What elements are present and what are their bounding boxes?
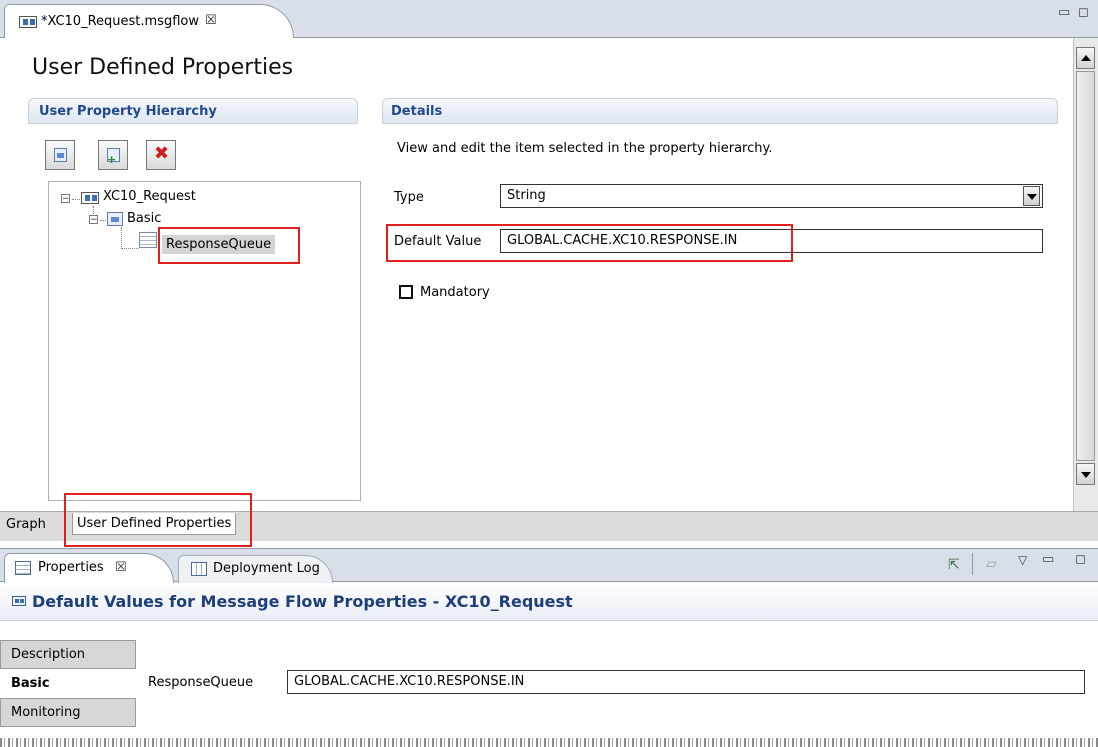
add-property-button[interactable] <box>98 140 128 170</box>
tab-graph[interactable]: Graph <box>6 517 46 532</box>
collapse-icon[interactable]: − <box>89 215 98 225</box>
responsequeue-label: ResponseQueue <box>148 675 254 690</box>
tree-item-root[interactable]: XC10_Request <box>103 189 196 204</box>
close-icon[interactable]: ☒ <box>115 560 127 575</box>
tab-properties[interactable]: Properties ☒ <box>4 553 174 583</box>
type-select-value: String <box>507 188 546 203</box>
property-icon <box>139 232 157 248</box>
tree-item-basic[interactable]: Basic <box>127 211 161 226</box>
minimize-icon[interactable]: ▭ <box>1042 552 1054 567</box>
side-tab-monitoring[interactable]: Monitoring <box>0 698 136 727</box>
editor-tab-bar: *XC10_Request.msgflow ☒ ▭ ◻ <box>0 0 1098 38</box>
tree-connector <box>72 199 80 200</box>
tab-deployment-log-label: Deployment Log <box>213 561 320 576</box>
highlight-box <box>158 227 300 264</box>
add-property-icon <box>107 148 120 165</box>
properties-title: Default Values for Message Flow Properti… <box>32 592 573 611</box>
tree-connector <box>93 206 94 214</box>
tree-connector <box>121 227 122 249</box>
collapse-icon[interactable]: − <box>61 194 70 204</box>
editor-tab-label: *XC10_Request.msgflow <box>41 14 199 29</box>
add-property-schema-button[interactable] <box>45 140 75 170</box>
pin-icon[interactable]: ⇱ <box>948 557 960 573</box>
type-label: Type <box>394 190 424 205</box>
mandatory-label: Mandatory <box>420 285 490 300</box>
message-flow-icon <box>19 16 37 28</box>
page-title: User Defined Properties <box>32 55 294 80</box>
tree-connector <box>100 220 106 221</box>
responsequeue-input[interactable]: GLOBAL.CACHE.XC10.RESPONSE.IN <box>287 670 1085 694</box>
details-section-title: Details <box>391 104 443 119</box>
properties-view-tab-bar: Properties ☒ Deployment Log ⇱ ▱ ▽ ▭ ◻ <box>0 548 1098 583</box>
minimize-icon[interactable]: ▭ <box>1058 5 1070 20</box>
editor-tab-msgflow[interactable]: *XC10_Request.msgflow ☒ <box>4 4 294 38</box>
toolbar-divider <box>972 553 973 575</box>
side-tab-basic[interactable]: Basic <box>0 669 136 698</box>
deployment-log-icon <box>191 562 207 576</box>
message-flow-icon <box>12 596 26 606</box>
hierarchy-section-header: User Property Hierarchy <box>28 98 358 124</box>
screenshot-torn-edge <box>0 738 1098 747</box>
chevron-down-icon[interactable] <box>1023 186 1040 206</box>
scroll-up-button[interactable] <box>1076 47 1095 69</box>
close-icon[interactable]: ☒ <box>205 13 217 28</box>
properties-icon <box>15 561 31 575</box>
highlight-box <box>64 493 252 547</box>
property-schema-icon <box>54 148 67 162</box>
mandatory-checkbox[interactable] <box>399 285 413 299</box>
tab-properties-label: Properties <box>38 560 104 575</box>
details-description: View and edit the item selected in the p… <box>397 141 773 156</box>
tree-connector <box>121 248 139 249</box>
maximize-icon[interactable]: ◻ <box>1075 552 1086 567</box>
message-flow-icon <box>81 192 99 204</box>
eraser-icon[interactable]: ▱ <box>986 556 997 572</box>
type-select[interactable]: String <box>500 184 1043 208</box>
scrollbar-thumb[interactable] <box>1076 71 1095 461</box>
delete-button[interactable]: ✖ <box>146 140 176 170</box>
responsequeue-value: GLOBAL.CACHE.XC10.RESPONSE.IN <box>294 674 525 689</box>
details-section-header: Details <box>382 98 1058 124</box>
property-group-icon <box>107 212 123 226</box>
editor-scrollbar[interactable] <box>1073 38 1098 511</box>
highlight-box <box>386 224 793 262</box>
maximize-icon[interactable]: ◻ <box>1078 5 1089 20</box>
properties-header: Default Values for Message Flow Properti… <box>0 583 1098 621</box>
tab-deployment-log[interactable]: Deployment Log <box>178 555 333 583</box>
scroll-down-button[interactable] <box>1076 463 1095 485</box>
view-menu-icon[interactable]: ▽ <box>1018 553 1027 567</box>
hierarchy-section-title: User Property Hierarchy <box>39 104 217 119</box>
side-tab-description[interactable]: Description <box>0 640 136 669</box>
delete-icon: ✖ <box>154 143 170 164</box>
